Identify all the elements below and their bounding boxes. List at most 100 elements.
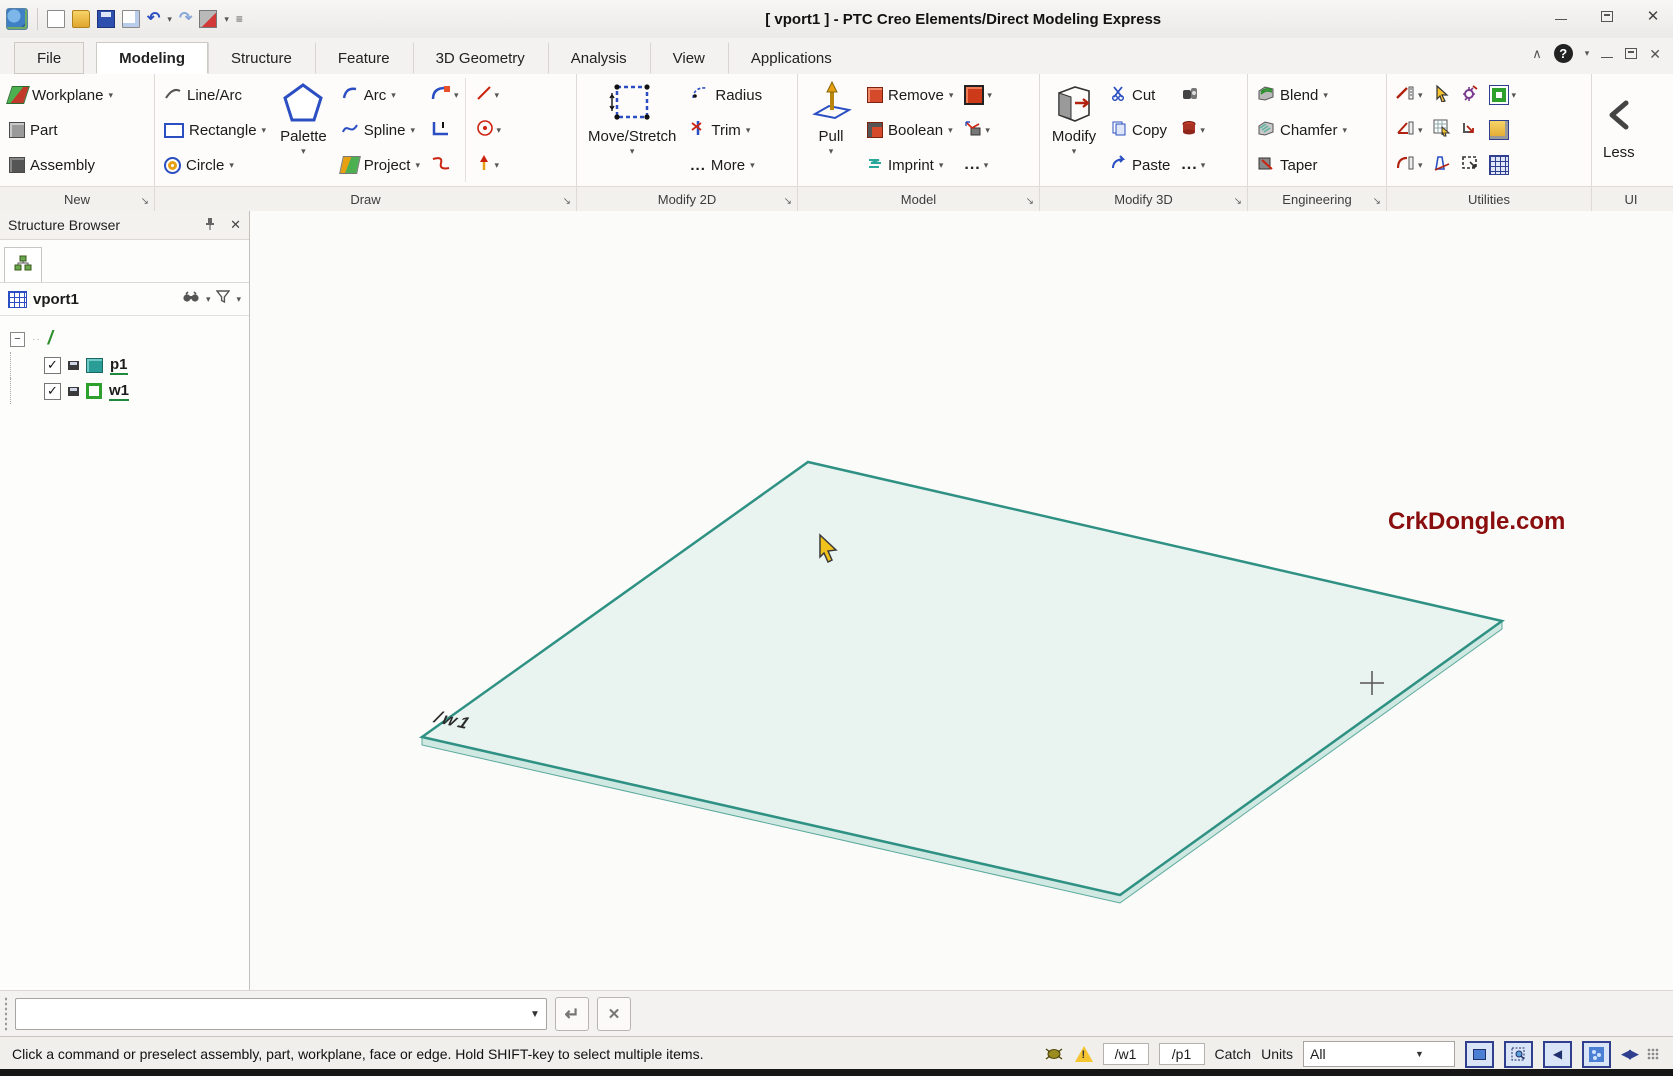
tree-row-p1[interactable]: ✓ p1 — [10, 352, 249, 378]
measure-angle-icon[interactable] — [1395, 120, 1415, 141]
rectangle-button[interactable]: Rectangle ▾ — [161, 115, 269, 145]
redo-icon[interactable]: ↷ — [179, 11, 192, 27]
modify-button[interactable]: Modify ▾ — [1044, 78, 1104, 182]
undo-caret-icon[interactable]: ▾ — [167, 15, 172, 24]
w1-checkbox[interactable]: ✓ — [44, 383, 61, 400]
machine-tool-icon[interactable] — [1181, 85, 1199, 106]
customize-caret-icon[interactable]: ▾ — [224, 15, 229, 24]
catch-toggle[interactable]: Catch — [1215, 1046, 1252, 1062]
radius-button[interactable]: Radius — [687, 80, 765, 110]
more-2d-button[interactable]: ... More ▾ — [687, 150, 765, 180]
less-button[interactable]: Less — [1596, 78, 1642, 182]
model-more-dots-icon[interactable]: ... — [964, 156, 980, 174]
reorient-icon[interactable] — [1461, 119, 1479, 142]
help-icon[interactable]: ? — [1554, 44, 1573, 63]
construction-line-icon[interactable] — [476, 85, 492, 106]
command-cancel-button[interactable]: ✕ — [597, 997, 631, 1031]
part-button[interactable]: Part — [6, 115, 116, 145]
pull-button[interactable]: Pull ▾ — [802, 78, 860, 182]
move-stretch-caret-icon[interactable]: ▾ — [630, 147, 635, 156]
chamfer-caret-icon[interactable]: ▾ — [1343, 126, 1348, 135]
rectangle-caret-icon[interactable]: ▾ — [262, 126, 267, 135]
taper-button[interactable]: Taper — [1254, 150, 1350, 180]
settings-gear-icon[interactable] — [1461, 84, 1479, 107]
pick-cursor-icon[interactable] — [1433, 84, 1451, 107]
boolean-button[interactable]: Boolean ▾ — [864, 115, 956, 145]
search-binoculars-icon[interactable] — [182, 290, 200, 308]
minimize-button[interactable] — [1551, 8, 1571, 24]
viewport-name[interactable]: vport1 — [33, 291, 176, 308]
workplane-caret-icon[interactable]: ▾ — [108, 91, 113, 100]
qat-more-icon[interactable]: ≡ — [236, 13, 243, 25]
viewport-3d[interactable]: /w1 CrkDongle.com — [250, 211, 1673, 990]
engineering-launcher-icon[interactable]: ↘ — [1373, 196, 1381, 207]
arc-button[interactable]: Arc ▾ — [338, 80, 423, 110]
filter-dropdown-icon[interactable]: ▼ — [1379, 1049, 1454, 1059]
modify3d-more-caret-icon[interactable]: ▾ — [1201, 161, 1206, 170]
spline-button[interactable]: Spline ▾ — [338, 115, 423, 145]
tab-3d-geometry[interactable]: 3D Geometry — [413, 42, 548, 74]
maximize-button[interactable] — [1597, 8, 1617, 24]
construction-line-caret-icon[interactable]: ▾ — [495, 91, 500, 100]
imprint-button[interactable]: Imprint ▾ — [864, 150, 956, 180]
tree-root-row[interactable]: − ·· / — [10, 326, 249, 352]
measure-angle-caret-icon[interactable]: ▾ — [1418, 126, 1423, 135]
tab-view[interactable]: View — [650, 42, 728, 74]
p1-label[interactable]: p1 — [110, 356, 128, 375]
measure-length-caret-icon[interactable]: ▾ — [1418, 91, 1423, 100]
project-button[interactable]: Project ▾ — [338, 150, 423, 180]
grid-table-icon[interactable] — [1489, 155, 1509, 175]
circle-caret-icon[interactable]: ▾ — [229, 161, 234, 170]
previous-view-button[interactable]: ◀ — [1543, 1041, 1572, 1068]
parts-folder-icon[interactable] — [1489, 120, 1509, 140]
axis-tool-icon[interactable] — [964, 120, 982, 141]
debug-bug-icon[interactable] — [1043, 1046, 1065, 1063]
point-caret-icon[interactable]: ▾ — [495, 161, 500, 170]
construction-circle-caret-icon[interactable]: ▾ — [497, 126, 502, 135]
view-outline-icon[interactable] — [1489, 85, 1509, 105]
project-caret-icon[interactable]: ▾ — [415, 161, 420, 170]
modify3d-launcher-icon[interactable]: ↘ — [1234, 196, 1242, 207]
structure-tree-tab[interactable] — [4, 247, 42, 282]
measure-length-icon[interactable] — [1395, 85, 1415, 106]
move-stretch-button[interactable]: Move/Stretch ▾ — [581, 78, 683, 182]
perpendicular-icon[interactable] — [431, 119, 451, 142]
circle-button[interactable]: Circle ▾ — [161, 150, 269, 180]
new-launcher-icon[interactable]: ↘ — [141, 196, 149, 207]
filter-caret-icon[interactable]: ▾ — [236, 295, 241, 304]
tab-analysis[interactable]: Analysis — [548, 42, 650, 74]
trim-button[interactable]: Trim ▾ — [687, 115, 765, 145]
part-context-field[interactable]: /p1 — [1159, 1043, 1205, 1065]
command-grip-handle[interactable] — [3, 997, 9, 1031]
point-icon[interactable] — [476, 154, 492, 177]
annotate-measure-icon[interactable] — [1433, 154, 1451, 177]
customize-tool-icon[interactable] — [199, 10, 217, 28]
splitter-icon[interactable]: ◀▶ — [1621, 1046, 1637, 1062]
imprint-caret-icon[interactable]: ▾ — [939, 161, 944, 170]
close-button[interactable]: ✕ — [1643, 8, 1663, 24]
face-change-icon[interactable] — [964, 85, 984, 105]
zoom-window-button[interactable] — [1504, 1041, 1533, 1068]
doc-restore-icon[interactable] — [1625, 48, 1637, 59]
workplane-context-field[interactable]: /w1 — [1103, 1043, 1149, 1065]
command-enter-button[interactable]: ↵ — [555, 997, 589, 1031]
tree-row-w1[interactable]: ✓ w1 — [10, 378, 249, 404]
construction-circle-icon[interactable] — [476, 119, 494, 142]
shaded-view-button[interactable] — [1582, 1041, 1611, 1068]
remove-button[interactable]: Remove ▾ — [864, 80, 956, 110]
save-icon[interactable] — [97, 10, 115, 28]
resize-grip[interactable] — [1647, 1048, 1659, 1060]
more-2d-caret-icon[interactable]: ▾ — [750, 161, 755, 170]
face-change-caret-icon[interactable]: ▾ — [987, 91, 992, 100]
tab-file[interactable]: File — [14, 42, 84, 74]
tab-applications[interactable]: Applications — [728, 42, 855, 74]
pin-icon[interactable] — [204, 217, 216, 234]
command-input[interactable] — [16, 999, 524, 1029]
new-file-icon[interactable] — [47, 10, 65, 28]
collapse-ribbon-icon[interactable]: ∧ — [1532, 47, 1542, 60]
undo-icon[interactable]: ↶ — [147, 11, 160, 27]
boolean-caret-icon[interactable]: ▾ — [948, 126, 953, 135]
show-hide-button[interactable] — [1465, 1041, 1494, 1068]
print-preview-icon[interactable] — [122, 10, 140, 28]
corner-fillet-caret-icon[interactable]: ▾ — [454, 91, 459, 100]
